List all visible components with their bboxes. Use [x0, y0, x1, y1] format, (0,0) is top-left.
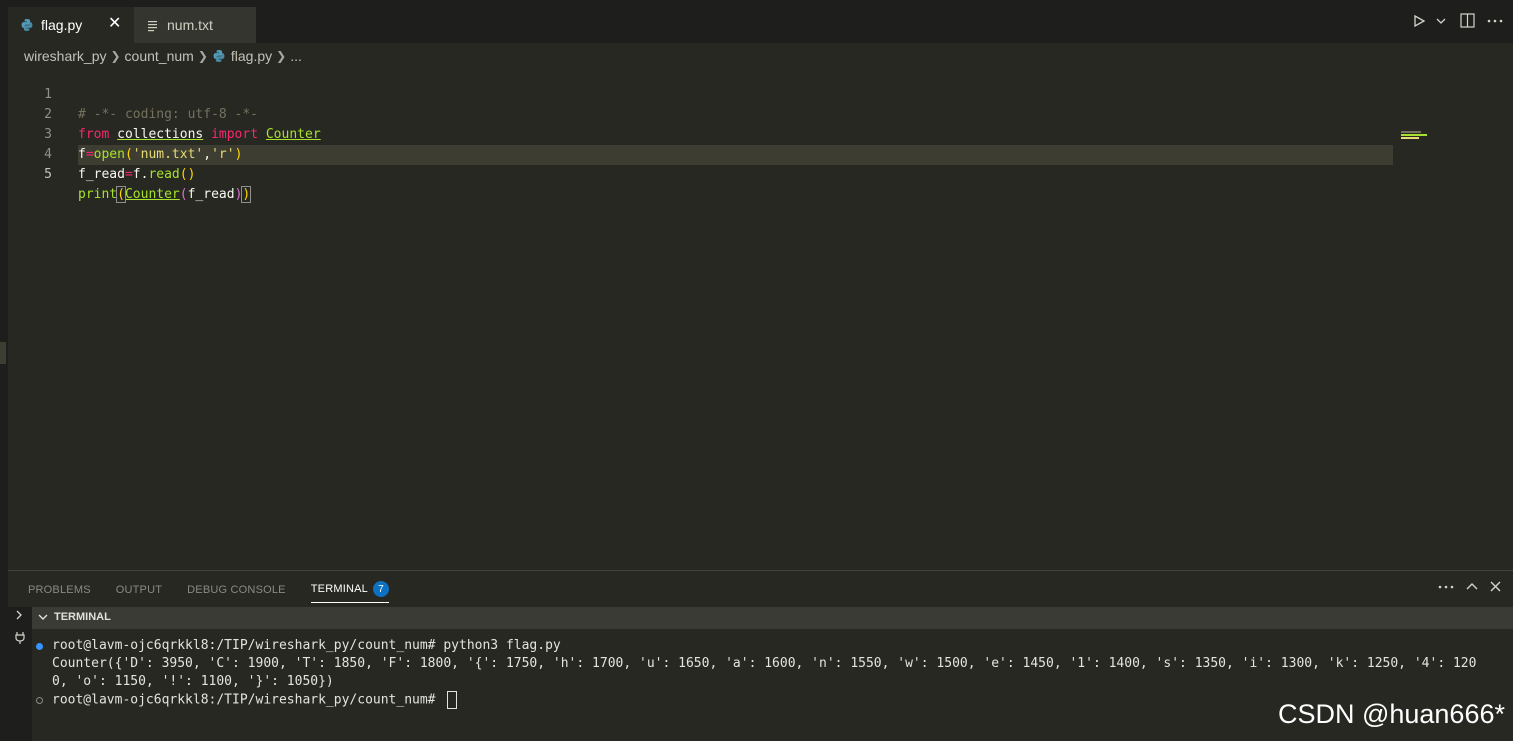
- code-keyword: import: [211, 127, 259, 142]
- code-line: 5 print(Counter(f_read)): [8, 145, 252, 203]
- terminal-line: root@lavm-ojc6qrkkl8:/TIP/wireshark_py/c…: [36, 637, 1513, 655]
- chevron-up-icon[interactable]: [1466, 582, 1478, 592]
- tab-debug-console[interactable]: DEBUG CONSOLE: [187, 581, 286, 603]
- code-variable: f_read: [78, 167, 125, 182]
- terminal-side-bar: [8, 607, 32, 741]
- terminal-cursor: [447, 691, 458, 709]
- breadcrumb: wireshark_py ❯ count_num ❯ flag.py ❯ ...: [24, 46, 302, 66]
- tab-terminal[interactable]: TERMINAL 7: [310, 581, 389, 603]
- command-pending-dot: [36, 697, 43, 704]
- code-comma: ,: [203, 147, 212, 162]
- code-line: 1 # -*- coding: utf-8 -*-: [8, 65, 258, 122]
- code-keyword: from: [78, 127, 110, 142]
- scroll-marker: [0, 342, 6, 364]
- code-bracket: (: [116, 186, 126, 203]
- close-panel-icon[interactable]: [1490, 581, 1501, 592]
- tab-label: num.txt: [167, 17, 213, 33]
- breadcrumb-item[interactable]: count_num: [125, 48, 194, 64]
- code-line: 2 from collections import Counter: [8, 85, 320, 142]
- code-class: Counter: [124, 187, 180, 202]
- python-icon: [212, 49, 226, 63]
- terminal-section-header[interactable]: TERMINAL: [32, 607, 1513, 629]
- code-editor[interactable]: 1 # -*- coding: utf-8 -*- 2 from collect…: [8, 65, 1513, 570]
- panel-actions: [1438, 581, 1513, 592]
- plug-icon[interactable]: [14, 631, 26, 645]
- code-function: read: [148, 167, 180, 182]
- code-function: open: [93, 147, 125, 162]
- chevron-right-icon: ❯: [197, 49, 208, 63]
- terminal-line: 0, 'o': 1150, '!': 1100, '}': 1050}): [52, 674, 334, 689]
- panel-tabs: PROBLEMS OUTPUT DEBUG CONSOLE TERMINAL 7: [28, 581, 414, 603]
- code-line: 4 f_read=f.read(): [8, 125, 195, 182]
- close-icon[interactable]: ✕: [108, 16, 121, 32]
- breadcrumb-item[interactable]: wireshark_py: [24, 48, 106, 64]
- code-string: 'r': [211, 147, 235, 162]
- line-number: 5: [44, 167, 52, 182]
- code-function: print: [78, 187, 118, 202]
- minimap[interactable]: [1401, 131, 1433, 141]
- terminal-section-title: TERMINAL: [38, 611, 111, 623]
- code-bracket: ): [241, 186, 252, 203]
- code-line: 3 f=open('num.txt','r'): [8, 105, 242, 162]
- run-icon[interactable]: [1412, 14, 1426, 28]
- terminal-title: TERMINAL: [54, 611, 111, 623]
- chevron-right-icon: ❯: [110, 49, 121, 63]
- breadcrumb-item[interactable]: flag.py: [231, 48, 272, 64]
- code-bracket: (: [124, 147, 133, 162]
- more-actions-icon[interactable]: [1487, 19, 1503, 23]
- chevron-down-icon[interactable]: [1436, 16, 1446, 26]
- breadcrumb-item[interactable]: ...: [290, 48, 302, 64]
- tab-flag-py[interactable]: flag.py ✕: [8, 7, 134, 43]
- more-actions-icon[interactable]: [1438, 585, 1454, 589]
- current-line-highlight: [78, 145, 1393, 165]
- code-bracket: (: [179, 187, 188, 202]
- terminal-line: Counter({'D': 3950, 'C': 1900, 'T': 1850…: [52, 656, 1477, 671]
- code-operator: =: [124, 167, 133, 182]
- code-bracket: ): [234, 147, 243, 162]
- editor-tab-bar: flag.py ✕ num.txt: [8, 0, 1513, 43]
- split-editor-icon[interactable]: [1460, 13, 1475, 28]
- python-icon: [20, 18, 34, 32]
- terminal-prompt: root@lavm-ojc6qrkkl8:/TIP/wireshark_py/c…: [52, 691, 458, 710]
- chevron-down-icon: [38, 614, 48, 620]
- tab-terminal-label: TERMINAL: [310, 583, 368, 595]
- code-string: 'num.txt': [132, 147, 204, 162]
- chevron-right-icon: ❯: [276, 49, 287, 63]
- watermark: CSDN @huan666*: [1277, 699, 1505, 729]
- tab-num-txt[interactable]: num.txt: [134, 7, 256, 43]
- tab-problems[interactable]: PROBLEMS: [28, 581, 91, 603]
- text-file-icon: [148, 19, 158, 32]
- code-variable: f: [78, 147, 86, 162]
- code-object: f.: [132, 167, 149, 182]
- code-comment: # -*- coding: utf-8 -*-: [78, 107, 259, 122]
- terminal-count-badge: 7: [372, 581, 389, 597]
- code-variable: f_read: [187, 187, 235, 202]
- code-operator: =: [85, 147, 94, 162]
- tab-output[interactable]: OUTPUT: [116, 581, 162, 603]
- activity-edge: [0, 0, 8, 741]
- chevron-right-icon[interactable]: [14, 609, 24, 621]
- command-success-dot: [36, 643, 43, 650]
- code-module: collections: [117, 127, 204, 142]
- editor-actions: [1412, 13, 1513, 28]
- code-class: Counter: [265, 127, 321, 142]
- code-bracket: (): [179, 167, 196, 182]
- tab-label: flag.py: [41, 17, 83, 33]
